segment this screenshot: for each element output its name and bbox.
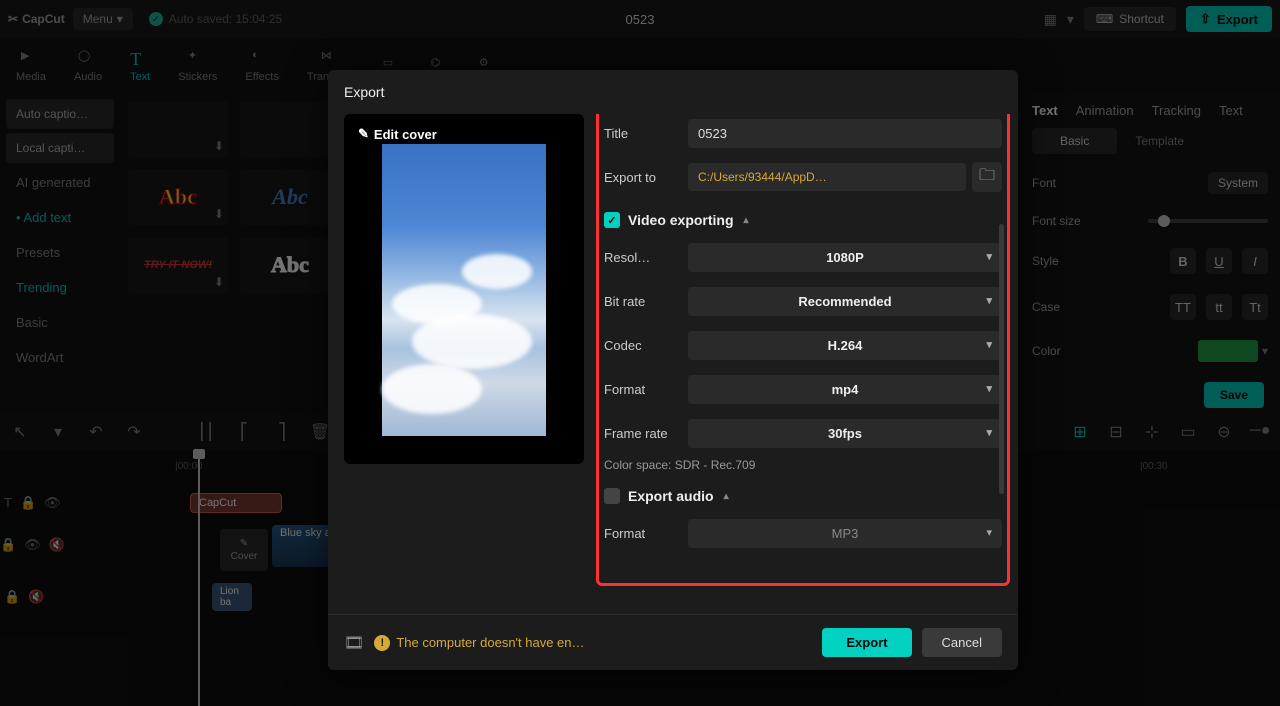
title-label: Title bbox=[604, 126, 688, 141]
export-modal: Export ✎ Edit cover Title bbox=[328, 70, 1018, 670]
bitrate-select[interactable]: Recommended bbox=[688, 287, 1002, 316]
title-row: Title bbox=[604, 114, 1002, 152]
export-path[interactable]: C:/Users/93444/AppD… bbox=[688, 163, 966, 191]
bitrate-label: Bit rate bbox=[604, 294, 688, 309]
cover-image bbox=[382, 144, 546, 436]
modal-title: Export bbox=[328, 70, 1018, 114]
resolution-label: Resol… bbox=[604, 250, 688, 265]
audio-export-checkbox[interactable] bbox=[604, 488, 620, 504]
form-scrollbar[interactable] bbox=[999, 224, 1004, 494]
audio-export-section[interactable]: Export audio ▴ bbox=[604, 488, 1002, 504]
audio-format-label: Format bbox=[604, 526, 688, 541]
exportto-row: Export to C:/Users/93444/AppD… 🗀 bbox=[604, 158, 1002, 196]
edit-cover-button[interactable]: ✎ Edit cover bbox=[358, 126, 437, 142]
cover-column: ✎ Edit cover bbox=[344, 114, 584, 614]
pencil-icon: ✎ bbox=[358, 126, 369, 142]
section-label: Export audio bbox=[628, 488, 714, 504]
resolution-select[interactable]: 1080P bbox=[688, 243, 1002, 272]
warning-text: The computer doesn't have en… bbox=[396, 635, 584, 650]
video-export-section[interactable]: ✓ Video exporting ▴ bbox=[604, 212, 1002, 228]
format-select[interactable]: mp4 bbox=[688, 375, 1002, 404]
browse-folder-button[interactable]: 🗀 bbox=[972, 162, 1002, 192]
collapse-icon: ▴ bbox=[744, 215, 749, 226]
folder-icon: 🗀 bbox=[979, 164, 995, 191]
cancel-button[interactable]: Cancel bbox=[922, 628, 1002, 657]
codec-select[interactable]: H.264 bbox=[688, 331, 1002, 360]
edit-cover-label: Edit cover bbox=[374, 127, 437, 142]
collapse-icon: ▴ bbox=[724, 491, 729, 502]
modal-footer: 🎞 ! The computer doesn't have en… Export… bbox=[328, 614, 1018, 670]
framerate-label: Frame rate bbox=[604, 426, 688, 441]
codec-label: Codec bbox=[604, 338, 688, 353]
export-form: Title Export to C:/Users/93444/AppD… 🗀 ✓… bbox=[604, 114, 1002, 614]
title-input[interactable] bbox=[688, 119, 1002, 148]
warning-message: ! The computer doesn't have en… bbox=[374, 635, 584, 651]
framerate-select[interactable]: 30fps bbox=[688, 419, 1002, 448]
exportto-label: Export to bbox=[604, 170, 688, 185]
warning-icon: ! bbox=[374, 635, 390, 651]
cover-preview: ✎ Edit cover bbox=[344, 114, 584, 464]
film-icon: 🎞 bbox=[344, 633, 364, 653]
format-label: Format bbox=[604, 382, 688, 397]
video-export-checkbox[interactable]: ✓ bbox=[604, 212, 620, 228]
export-confirm-button[interactable]: Export bbox=[822, 628, 911, 657]
section-label: Video exporting bbox=[628, 212, 734, 228]
audio-format-select[interactable]: MP3 bbox=[688, 519, 1002, 548]
colorspace-note: Color space: SDR - Rec.709 bbox=[604, 458, 1002, 472]
